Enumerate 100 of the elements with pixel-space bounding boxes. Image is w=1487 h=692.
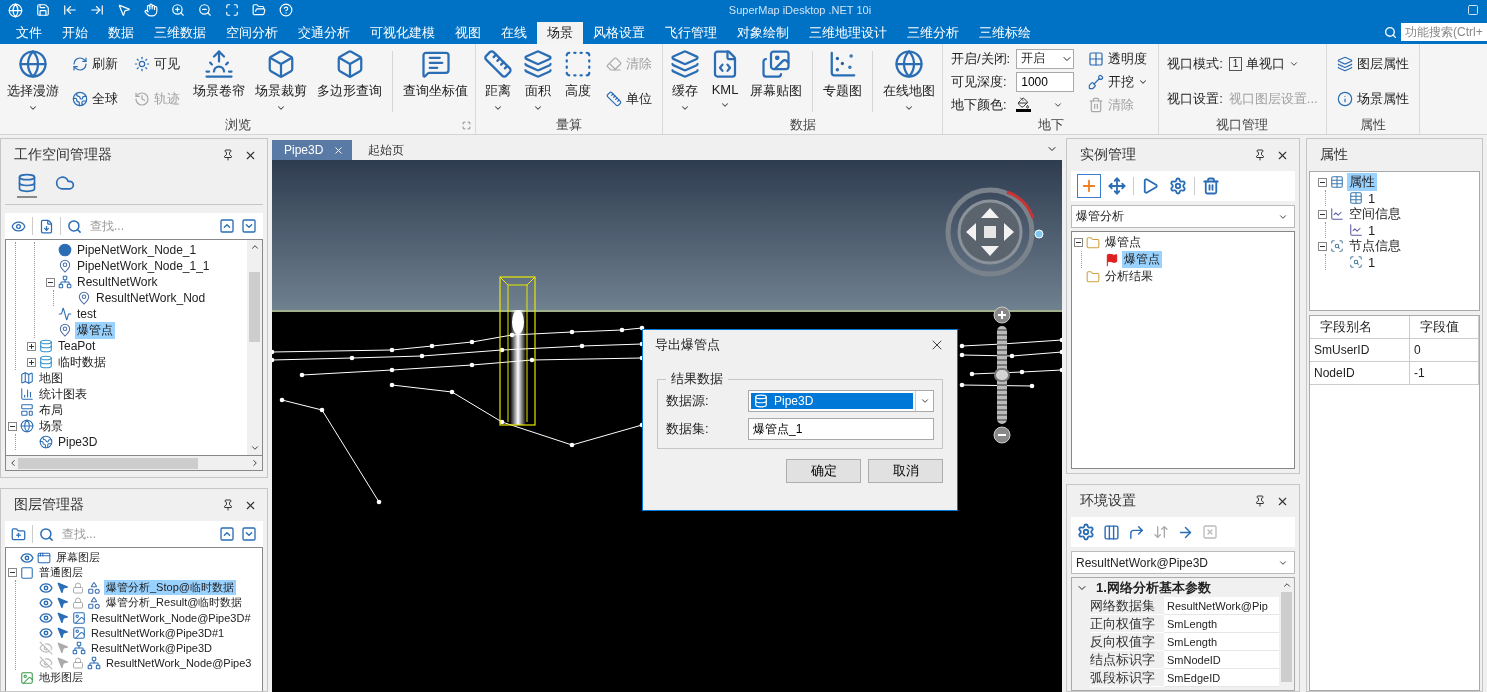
ribbon-button[interactable]: 屏幕贴图 — [747, 47, 805, 116]
pin-icon[interactable] — [1254, 495, 1266, 507]
scroll-up-icon[interactable] — [1281, 580, 1292, 590]
tree-item[interactable]: ResultNetWork — [75, 275, 160, 289]
collapse-icon[interactable] — [46, 277, 55, 287]
search-icon[interactable] — [1384, 25, 1397, 39]
ribbon-button[interactable]: 在线地图 — [880, 47, 938, 116]
ribbon-button[interactable]: 专题图 — [820, 47, 865, 116]
collapse-icon[interactable] — [1318, 177, 1327, 187]
zoom-out-icon[interactable] — [993, 426, 1011, 444]
menu-tab[interactable]: 开始 — [52, 22, 98, 44]
pointer-icon[interactable] — [56, 611, 69, 624]
menu-tab[interactable]: 飞行管理 — [655, 22, 727, 44]
tree-item[interactable]: 普通图层 — [37, 565, 85, 580]
eye-icon[interactable] — [20, 550, 34, 565]
pin-icon[interactable] — [222, 499, 234, 511]
tree-item[interactable]: 屏幕图层 — [54, 550, 102, 565]
dataset-input[interactable]: 爆管点_1 — [748, 418, 934, 440]
caret-icon[interactable] — [919, 396, 930, 406]
tree-item[interactable]: 布局 — [37, 401, 65, 419]
zoom-in-icon[interactable] — [993, 306, 1011, 324]
add-layer-icon[interactable] — [11, 526, 26, 542]
eye-icon[interactable] — [39, 580, 53, 595]
menu-tab[interactable]: 文件 — [6, 22, 52, 44]
tree-item[interactable]: 爆管点 — [1122, 251, 1162, 268]
menu-tab[interactable]: 三维数据 — [144, 22, 216, 44]
tree-item[interactable]: ResultNetWork_Node@Pipe3D# — [89, 611, 253, 624]
search-icon[interactable] — [67, 218, 82, 234]
scroll-down-icon[interactable] — [249, 443, 260, 453]
tree-item[interactable]: PipeNetWork_Node_1 — [75, 243, 199, 257]
ribbon-button[interactable]: 多边形查询 — [314, 47, 385, 116]
pin-icon[interactable] — [222, 149, 234, 161]
folder-icon[interactable] — [252, 3, 266, 17]
property-value[interactable]: SmLength — [1164, 615, 1279, 633]
menu-tab[interactable]: 场景 — [537, 22, 583, 44]
collapse-icon[interactable] — [8, 568, 17, 577]
collapse-icon[interactable] — [1318, 209, 1327, 219]
tree-item[interactable]: 爆管分析_Result@临时数据 — [104, 595, 245, 610]
dropdown-field[interactable]: 开启 — [1016, 48, 1075, 69]
pointer-icon[interactable] — [56, 596, 69, 609]
tree-item[interactable]: 场景 — [37, 417, 65, 435]
scrollbar-thumb[interactable] — [1281, 592, 1292, 682]
zoom-slider[interactable] — [997, 326, 1007, 424]
datasource-dropdown[interactable]: Pipe3D — [748, 390, 934, 412]
ribbon-button[interactable]: 全球 — [69, 88, 121, 109]
scroll-left-icon[interactable] — [8, 458, 18, 468]
scheme-dropdown[interactable]: 爆管分析 — [1071, 205, 1295, 228]
menu-tab[interactable]: 交通分析 — [288, 22, 360, 44]
ribbon-button[interactable]: KML — [707, 47, 743, 116]
move-up-icon[interactable] — [219, 218, 235, 234]
tree-item[interactable]: 分析结果 — [1103, 268, 1155, 285]
expand-icon[interactable] — [27, 341, 36, 351]
dialog-button[interactable]: 取消 — [868, 459, 943, 483]
property-value[interactable]: SmNodeID — [1164, 651, 1279, 669]
menu-tab[interactable]: 三维地理设计 — [799, 22, 897, 44]
vertical-scrollbar[interactable] — [247, 240, 262, 455]
dataset-dropdown[interactable]: ResultNetWork@Pipe3D — [1071, 551, 1295, 574]
eye-icon[interactable] — [39, 595, 53, 610]
tree-item[interactable]: 地形图层 — [37, 670, 85, 685]
tree-item[interactable]: TeaPot — [56, 339, 98, 353]
tree-item[interactable]: PipeNetWork_Node_1_1 — [75, 259, 212, 273]
scroll-up-icon[interactable] — [249, 242, 260, 252]
ribbon-button[interactable]: 面积 — [520, 47, 556, 116]
ribbon-button[interactable]: 透明度 — [1085, 48, 1152, 69]
tree-item[interactable]: ResultNetWork_Nod — [94, 291, 208, 305]
document-tab[interactable]: 起始页 — [356, 140, 413, 160]
menu-tab[interactable]: 三维分析 — [897, 22, 969, 44]
property-value[interactable]: SmEdgeID — [1164, 669, 1279, 687]
expand-icon[interactable] — [27, 357, 36, 367]
help-icon[interactable] — [279, 3, 293, 17]
menu-tab[interactable]: 风格设置 — [583, 22, 655, 44]
mode-dropdown[interactable]: 1 单视口 — [1228, 55, 1318, 74]
input-field[interactable]: 1000 — [1016, 71, 1075, 92]
tree-item[interactable]: 空间信息 — [1347, 205, 1403, 223]
ribbon-button[interactable]: 场景卷帘 — [190, 47, 248, 116]
tree-item[interactable]: 1 — [1366, 190, 1378, 206]
tree-item[interactable]: 爆管点 — [1103, 234, 1143, 251]
tree-item[interactable]: ResultNetWork@Pipe3D — [89, 641, 214, 654]
scrollbar-thumb[interactable] — [249, 272, 260, 342]
eye-icon[interactable] — [11, 218, 26, 234]
tree-item[interactable]: test — [75, 307, 99, 321]
ribbon-button[interactable]: 刷新 — [69, 54, 121, 75]
tree-item[interactable]: 爆管分析_Stop@临时数据 — [104, 580, 236, 595]
tree-item[interactable]: ResultNetWork@Pipe3D#1 — [89, 626, 227, 639]
dialog-button[interactable]: 确定 — [786, 459, 861, 483]
menu-tab[interactable]: 三维标绘 — [969, 22, 1041, 44]
move-down-icon[interactable] — [241, 218, 257, 234]
ribbon-button[interactable]: 选择漫游 — [4, 47, 62, 116]
tree-item[interactable]: 1 — [1366, 222, 1378, 238]
import-icon[interactable] — [63, 3, 77, 17]
tree-item[interactable]: 属性 — [1347, 173, 1377, 191]
collapse-icon[interactable] — [1074, 238, 1083, 247]
tree-item[interactable]: 临时数据 — [56, 353, 108, 371]
ribbon-button[interactable]: 查询坐标值 — [400, 47, 471, 116]
move-down-icon[interactable] — [241, 526, 257, 542]
slider-thumb[interactable] — [994, 368, 1010, 382]
menu-tab[interactable]: 空间分析 — [216, 22, 288, 44]
eye-icon[interactable] — [39, 610, 53, 625]
full-extent-icon[interactable] — [225, 3, 239, 17]
property-value[interactable]: SmLength — [1164, 633, 1279, 651]
